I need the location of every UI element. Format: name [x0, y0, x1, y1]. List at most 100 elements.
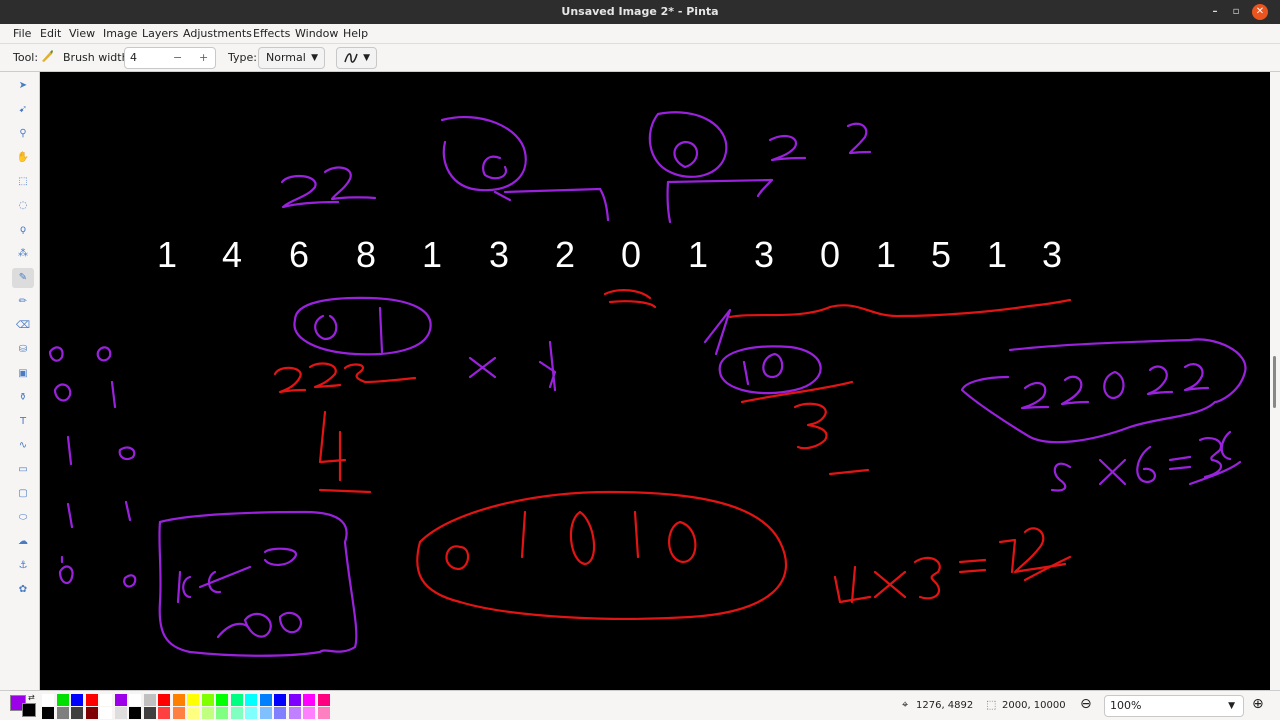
rounded-rectangle-icon: ▢: [18, 488, 28, 499]
drawing-canvas[interactable]: 146813201301513: [40, 72, 1270, 690]
pencil-tool[interactable]: ✏: [12, 292, 34, 312]
zoom-input[interactable]: 100% ▼: [1104, 695, 1244, 717]
palette-swatch[interactable]: [100, 694, 112, 706]
text-tool[interactable]: T: [12, 412, 34, 432]
canvas-digit: 3: [489, 234, 509, 275]
menu-image[interactable]: Image: [103, 27, 137, 40]
clone-stamp-tool[interactable]: ⚓: [12, 556, 34, 576]
palette-swatch[interactable]: [42, 707, 54, 719]
palette-swatch[interactable]: [158, 707, 170, 719]
line-tool[interactable]: ∿: [12, 436, 34, 456]
palette-swatch[interactable]: [56, 707, 69, 719]
palette-swatch[interactable]: [245, 694, 257, 706]
palette-swatch[interactable]: [143, 694, 156, 706]
color-picker-tool[interactable]: ⚱: [12, 388, 34, 408]
rectangle-tool[interactable]: ▭: [12, 460, 34, 480]
palette-swatch[interactable]: [317, 707, 330, 719]
palette-swatch[interactable]: [129, 707, 141, 719]
text-icon: T: [19, 416, 27, 427]
menu-layers[interactable]: Layers: [142, 27, 178, 40]
gradient-tool[interactable]: ▣: [12, 364, 34, 384]
recolor-tool[interactable]: ✿: [12, 580, 34, 600]
brush-width-decrease-button[interactable]: −: [173, 48, 182, 68]
rounded-rectangle-tool[interactable]: ▢: [12, 484, 34, 504]
magnifier-icon: ⚲: [19, 128, 27, 139]
paintbrush-tool[interactable]: ✎: [12, 268, 34, 288]
zoom-out-icon[interactable]: ⊖: [1080, 696, 1092, 712]
palette-swatch[interactable]: [201, 707, 214, 719]
canvas-digit: 4: [222, 234, 242, 275]
maximize-icon[interactable]: ▫: [1228, 4, 1244, 20]
palette-swatch[interactable]: [303, 707, 315, 719]
menu-file[interactable]: File: [13, 27, 31, 40]
zoom-tool[interactable]: ⚲: [12, 124, 34, 144]
palette-swatch[interactable]: [274, 694, 286, 706]
lasso-select-tool[interactable]: ϙ: [12, 220, 34, 240]
palette-swatch[interactable]: [288, 694, 301, 706]
palette-swatch[interactable]: [317, 694, 330, 706]
palette-swatch[interactable]: [158, 694, 170, 706]
palette-swatch[interactable]: [187, 707, 199, 719]
title-bar: Unsaved Image 2* - Pinta – ▫ ✕: [0, 0, 1280, 24]
menu-window[interactable]: Window: [295, 27, 338, 40]
palette-swatch[interactable]: [100, 707, 112, 719]
palette-swatch[interactable]: [245, 707, 257, 719]
menu-view[interactable]: View: [69, 27, 95, 40]
vertical-scrollbar[interactable]: [1270, 72, 1280, 690]
canvas-digit: 1: [422, 234, 442, 275]
zoom-in-icon[interactable]: ⊕: [1252, 696, 1264, 712]
menu-adjustments[interactable]: Adjustments: [183, 27, 252, 40]
palette-swatch[interactable]: [114, 707, 127, 719]
palette-swatch[interactable]: [259, 707, 272, 719]
palette-swatch[interactable]: [259, 694, 272, 706]
freeform-shape-tool[interactable]: ☁: [12, 532, 34, 552]
ellipse-select-tool[interactable]: ◌: [12, 196, 34, 216]
palette-swatch[interactable]: [303, 694, 315, 706]
type-value: Normal: [266, 51, 306, 64]
type-dropdown[interactable]: Normal ▼: [258, 47, 325, 69]
paint-bucket-tool[interactable]: ⛁: [12, 340, 34, 360]
antialiasing-dropdown[interactable]: ▼: [336, 47, 377, 69]
palette-swatch[interactable]: [230, 707, 243, 719]
minimize-icon[interactable]: –: [1207, 4, 1223, 20]
canvas-digit: 2: [555, 234, 575, 275]
move-selected-tool[interactable]: ➤: [12, 76, 34, 96]
palette-swatch[interactable]: [143, 707, 156, 719]
chevron-down-icon[interactable]: ▼: [1228, 696, 1235, 716]
palette-swatch[interactable]: [114, 694, 127, 706]
brush-width-input[interactable]: 4 − +: [124, 47, 216, 69]
eraser-tool[interactable]: ⌫: [12, 316, 34, 336]
palette-swatch[interactable]: [71, 707, 83, 719]
menu-edit[interactable]: Edit: [40, 27, 61, 40]
swap-colors-icon[interactable]: ⇄: [28, 693, 35, 702]
palette-swatch[interactable]: [85, 694, 98, 706]
cursor-position-icon: ⌖: [902, 698, 909, 711]
palette-swatch[interactable]: [288, 707, 301, 719]
palette-swatch[interactable]: [187, 694, 199, 706]
rectangle-select-tool[interactable]: ⬚: [12, 172, 34, 192]
palette-swatch[interactable]: [71, 694, 83, 706]
palette-swatch[interactable]: [85, 707, 98, 719]
palette-swatch[interactable]: [230, 694, 243, 706]
ellipse-tool[interactable]: ⬭: [12, 508, 34, 528]
pan-tool[interactable]: ✋: [12, 148, 34, 168]
palette-swatch[interactable]: [172, 694, 185, 706]
palette-swatch[interactable]: [216, 707, 228, 719]
palette-swatch[interactable]: [129, 694, 141, 706]
secondary-color-swatch[interactable]: [22, 703, 36, 717]
magic-wand-tool[interactable]: ⁂: [12, 244, 34, 264]
palette-swatch[interactable]: [274, 707, 286, 719]
scrollbar-thumb[interactable]: [1273, 356, 1276, 408]
menu-effects[interactable]: Effects: [253, 27, 290, 40]
move-selection-tool[interactable]: ➹: [12, 100, 34, 120]
palette-swatch[interactable]: [172, 707, 185, 719]
menu-help[interactable]: Help: [343, 27, 368, 40]
gradient-icon: ▣: [18, 368, 28, 379]
palette-swatch[interactable]: [42, 694, 54, 706]
palette-swatch[interactable]: [216, 694, 228, 706]
palette-swatch[interactable]: [56, 694, 69, 706]
palette-swatch[interactable]: [201, 694, 214, 706]
close-icon[interactable]: ✕: [1252, 4, 1268, 20]
brush-width-increase-button[interactable]: +: [199, 48, 208, 68]
canvas-digit: 0: [820, 234, 840, 275]
